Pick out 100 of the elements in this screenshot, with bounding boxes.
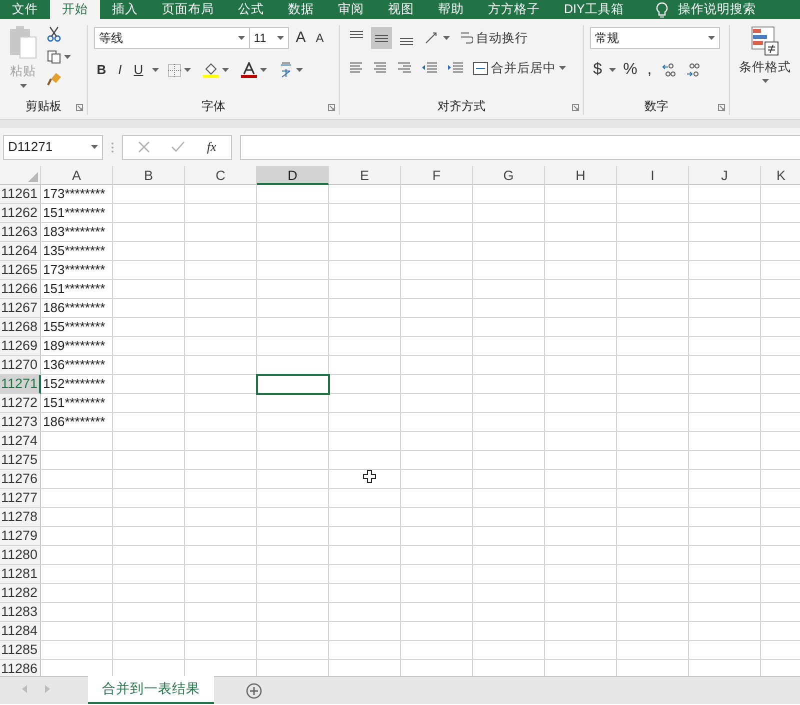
dialog-launcher-icon[interactable] [76, 104, 83, 111]
row-header[interactable]: 11271 [0, 375, 41, 394]
ribbon-tab[interactable]: DIY工具箱 [552, 0, 636, 19]
ribbon-tab[interactable]: 视图 [376, 0, 426, 19]
tell-me-search[interactable]: 操作说明搜索 [644, 0, 768, 19]
row-header[interactable]: 11277 [0, 489, 41, 508]
row-header[interactable]: 11261 [0, 185, 41, 204]
row-header[interactable]: 11268 [0, 318, 41, 337]
ribbon-tab[interactable]: 帮助 [426, 0, 476, 19]
font-color-icon [241, 62, 258, 78]
middle-align-button[interactable] [370, 27, 392, 49]
column-header[interactable]: H [545, 166, 617, 185]
row-header[interactable]: 11263 [0, 223, 41, 242]
row-header[interactable]: 11285 [0, 641, 41, 660]
insert-function-button[interactable]: fx [204, 136, 220, 158]
column-header[interactable]: K [761, 166, 800, 185]
column-header[interactable]: C [185, 166, 257, 185]
row-header[interactable]: 11265 [0, 261, 41, 280]
caret-icon [238, 36, 245, 40]
table-cell-text: 186******** [42, 413, 106, 431]
caret-icon [276, 36, 284, 40]
table-cell-text: 183******** [42, 223, 106, 241]
row-header[interactable]: 11267 [0, 299, 41, 318]
caret-icon [260, 68, 268, 72]
row-header[interactable]: 11286 [0, 660, 41, 676]
ribbon-tab[interactable]: 审阅 [326, 0, 376, 19]
active-cell[interactable] [257, 375, 329, 394]
ribbon-tab[interactable]: 方方格子 [476, 0, 552, 19]
ribbon-tab[interactable]: 公式 [226, 0, 276, 19]
row-header[interactable]: 11274 [0, 432, 41, 451]
row-header[interactable]: 11269 [0, 337, 41, 356]
cancel-icon [138, 141, 150, 153]
dialog-launcher-icon[interactable] [718, 104, 725, 111]
ribbon-tab[interactable]: 数据 [276, 0, 326, 19]
row-header[interactable]: 11282 [0, 584, 41, 603]
ribbon-tab[interactable]: 页面布局 [150, 0, 226, 19]
shrink-font-button[interactable]: A [312, 28, 327, 48]
column-header[interactable]: B [113, 166, 185, 185]
increase-indent-icon [446, 62, 463, 74]
merge-center-button[interactable]: 合并后居中 [470, 58, 569, 78]
number-format-field[interactable]: 常规 [590, 27, 720, 49]
clipboard-icon [8, 25, 38, 59]
table-cell-text: 152******** [42, 375, 106, 393]
grow-font-button[interactable]: A [292, 26, 309, 50]
caret-icon [442, 36, 450, 40]
column-header[interactable]: D [257, 166, 329, 185]
comma-style-button[interactable]: , [644, 57, 655, 83]
row-header[interactable]: 11272 [0, 394, 41, 413]
row-header[interactable]: 11279 [0, 527, 41, 546]
currency-button[interactable]: $ [590, 57, 606, 83]
row-header[interactable]: 11275 [0, 451, 41, 470]
italic-button[interactable]: I [115, 59, 125, 81]
font-size-field[interactable]: 11 [248, 27, 289, 49]
conditional-formatting-button[interactable]: 条件格式 [736, 25, 794, 84]
row-header[interactable]: 11283 [0, 603, 41, 622]
column-header[interactable]: I [617, 166, 689, 185]
column-header[interactable]: G [473, 166, 545, 185]
row-header[interactable]: 11280 [0, 546, 41, 565]
grip-icon [111, 142, 114, 152]
column-header[interactable]: J [689, 166, 761, 185]
number-format-text: 常规 [595, 30, 620, 47]
column-header[interactable]: E [329, 166, 401, 185]
wrap-text-button[interactable]: 自动换行 [456, 28, 531, 48]
row-header[interactable]: 11266 [0, 280, 41, 299]
ribbon-tab[interactable]: 插入 [100, 0, 150, 19]
underline-button[interactable]: U [130, 59, 146, 81]
table-cell-text: 186******** [42, 299, 106, 317]
sheet-tab[interactable]: 合并到一表结果 [88, 676, 214, 704]
percent-button[interactable]: % [620, 57, 640, 83]
row-header[interactable]: 11276 [0, 470, 41, 489]
wrap-text-icon [460, 31, 473, 45]
column-header[interactable]: A [41, 166, 113, 185]
formula-field[interactable] [240, 134, 800, 160]
row-header[interactable]: 11284 [0, 622, 41, 641]
name-box-text: D11271 [8, 138, 53, 156]
add-sheet-icon[interactable] [246, 683, 262, 699]
format-painter-icon [47, 72, 63, 86]
table-cell-text: 155******** [42, 318, 106, 336]
row-header[interactable]: 11278 [0, 508, 41, 527]
row-header[interactable]: 11270 [0, 356, 41, 375]
row-header[interactable]: 11262 [0, 204, 41, 223]
ribbon-tab[interactable]: 文件 [0, 0, 50, 19]
caret-icon [558, 66, 566, 70]
row-header[interactable]: 11264 [0, 242, 41, 261]
dialog-launcher-icon[interactable] [328, 104, 335, 111]
row-header[interactable]: 11281 [0, 565, 41, 584]
dialog-launcher-icon[interactable] [572, 104, 580, 111]
caret-icon [708, 36, 716, 40]
caret-icon [20, 84, 26, 88]
font-name-text: 等线 [98, 30, 123, 47]
caret-icon [222, 68, 230, 72]
ribbon-tab[interactable]: 开始 [50, 0, 100, 19]
bold-button[interactable]: B [94, 59, 110, 81]
conditional-formatting-icon [751, 26, 779, 56]
table-cell-text: 136******** [42, 356, 106, 374]
column-header[interactable]: F [401, 166, 473, 185]
font-name-field[interactable]: 等线 [94, 27, 250, 49]
name-box[interactable]: D11271 [3, 134, 103, 160]
row-header[interactable]: 11273 [0, 413, 41, 432]
left-align-icon [348, 62, 363, 74]
